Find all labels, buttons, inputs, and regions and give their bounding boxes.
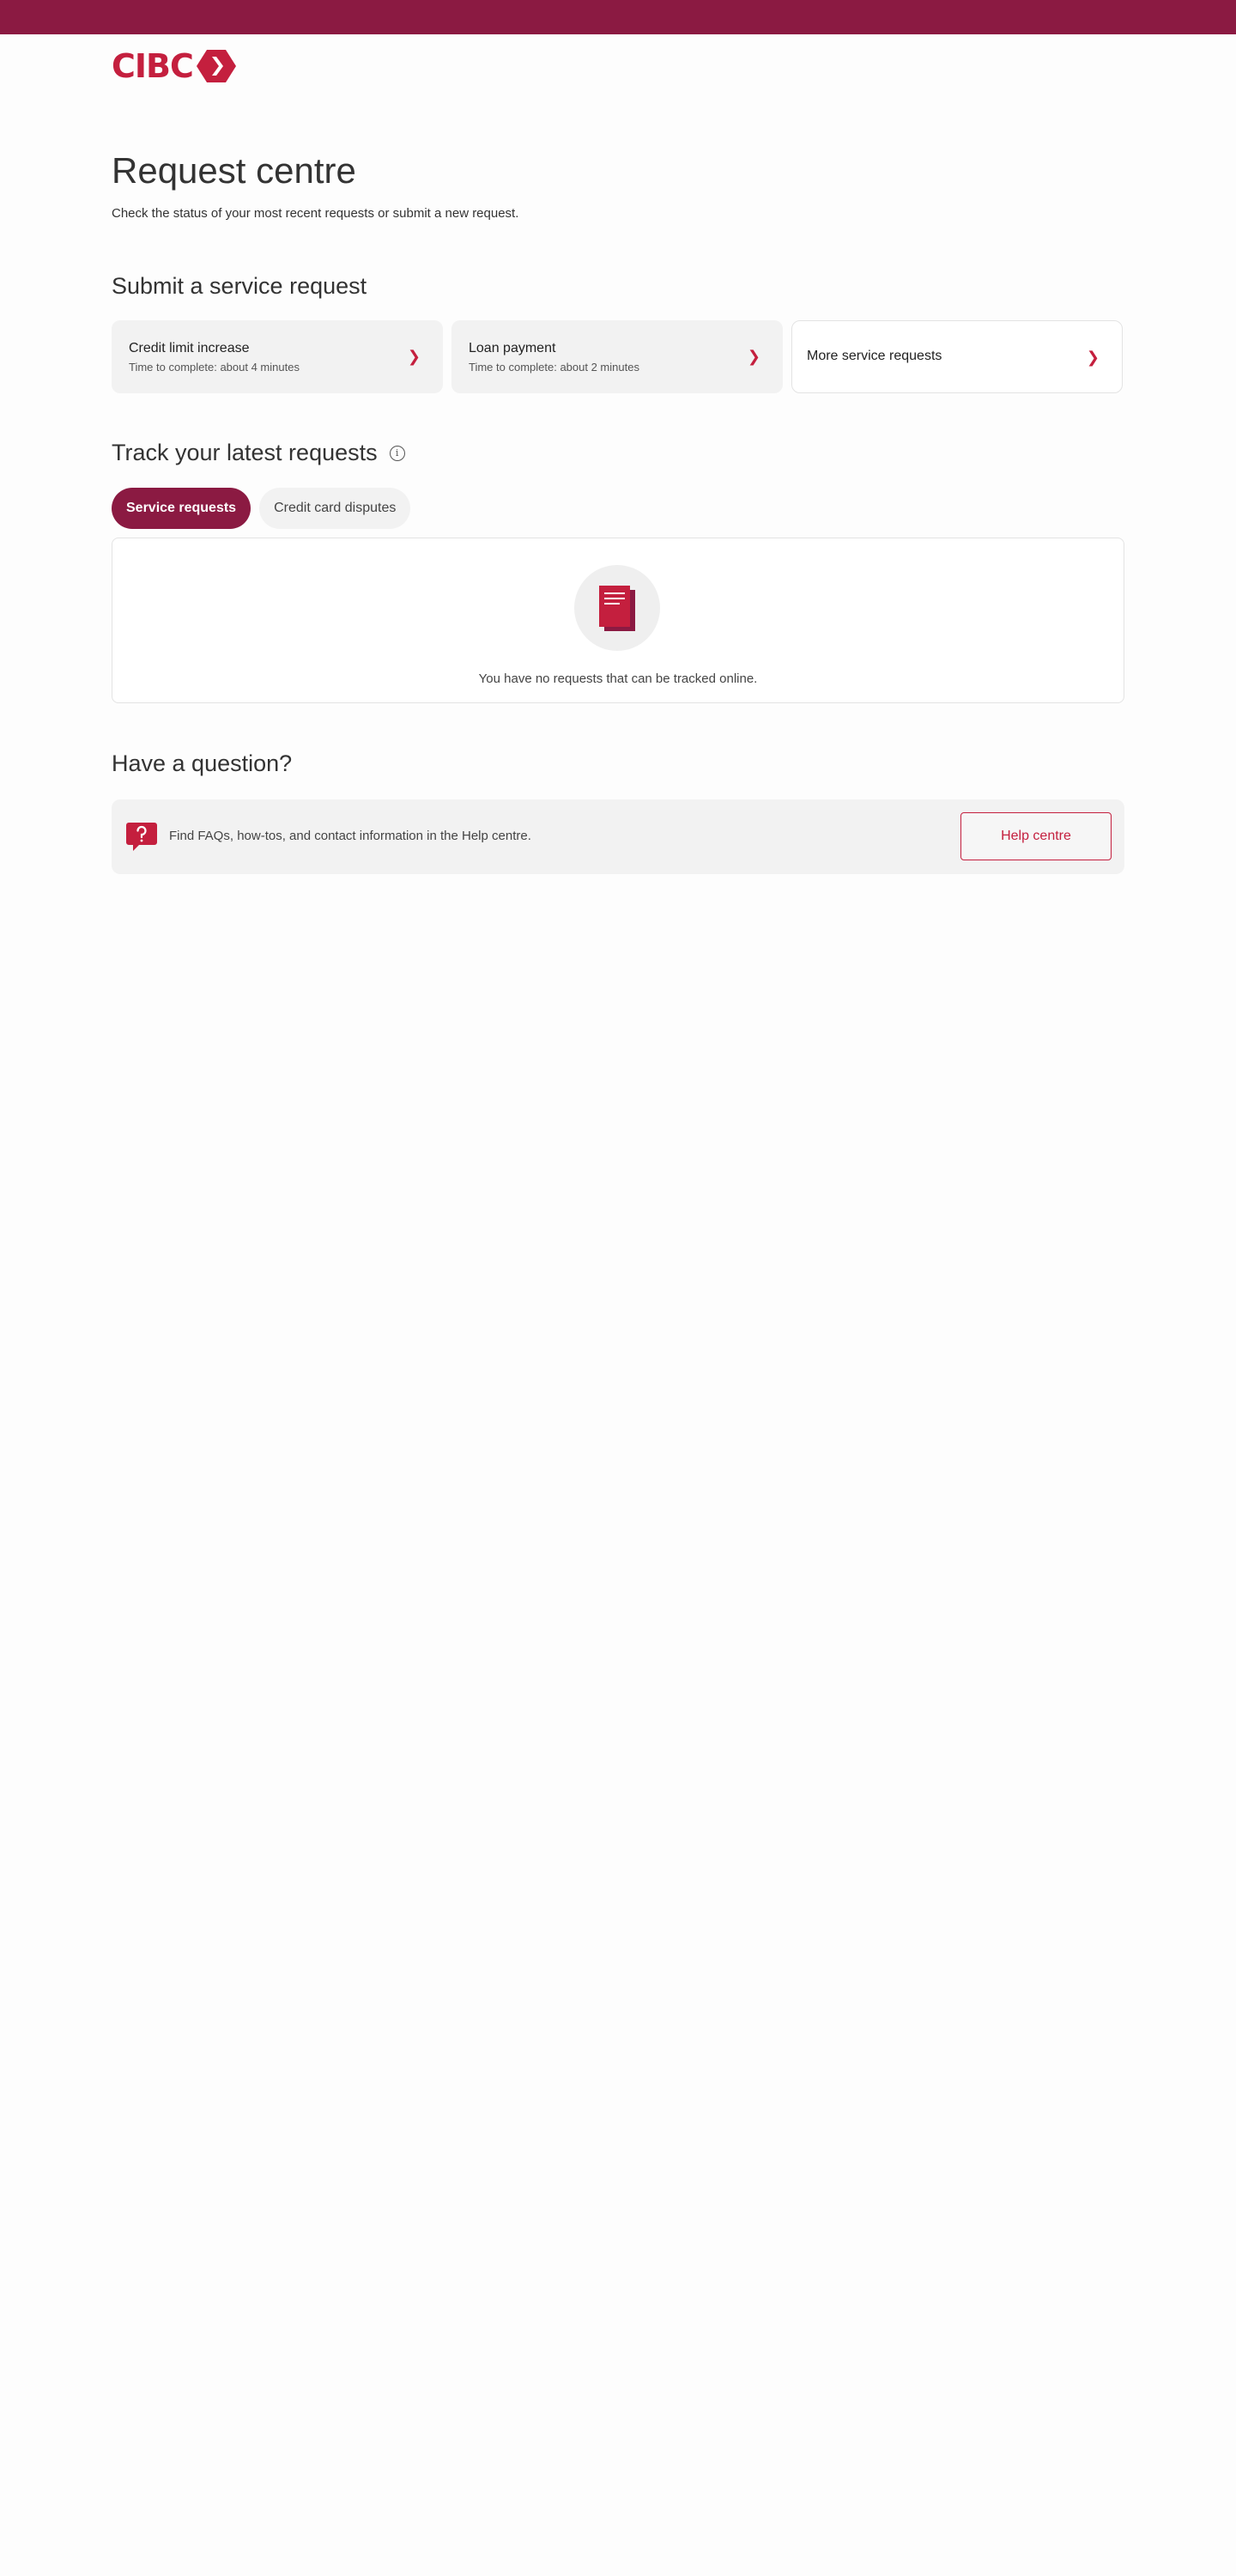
tab-credit-card-disputes[interactable]: Credit card disputes [259, 488, 411, 529]
submit-section-title: Submit a service request [112, 273, 367, 299]
track-requests-panel: You have no requests that can be tracked… [112, 538, 1124, 703]
info-icon[interactable]: i [389, 445, 405, 461]
credit-limit-increase-card[interactable]: Credit limit increase Time to complete: … [112, 320, 443, 393]
tab-service-requests[interactable]: Service requests [112, 488, 251, 529]
card-subtitle: Time to complete: about 4 minutes [129, 361, 300, 374]
help-centre-button[interactable]: Help centre [960, 812, 1112, 860]
track-title-text: Track your latest requests [112, 440, 378, 465]
loan-payment-card[interactable]: Loan payment Time to complete: about 2 m… [451, 320, 783, 393]
logo-wordmark: CIBC [112, 47, 194, 85]
track-section-title: Track your latest requests i [112, 440, 405, 466]
card-title: More service requests [807, 349, 942, 363]
card-subtitle: Time to complete: about 2 minutes [469, 361, 639, 374]
top-brand-bar [0, 0, 1236, 34]
help-text: Find FAQs, how-tos, and contact informat… [169, 829, 531, 843]
help-centre-banner: Find FAQs, how-tos, and contact informat… [112, 799, 1124, 874]
page-title: Request centre [112, 150, 356, 191]
chevron-right-icon: ❯ [1086, 349, 1100, 367]
question-bubble-icon [126, 823, 157, 851]
empty-state-message: You have no requests that can be tracked… [478, 671, 758, 686]
track-tabs: Service requests Credit card disputes [112, 488, 411, 529]
chevron-right-icon: ❯ [407, 348, 421, 366]
more-service-requests-card[interactable]: More service requests ❯ [791, 320, 1123, 393]
card-title: Loan payment [469, 341, 556, 355]
chevron-right-icon: ❯ [747, 348, 760, 366]
cibc-diamond-icon [196, 50, 236, 82]
service-request-cards: Credit limit increase Time to complete: … [112, 320, 1124, 393]
documents-icon [599, 586, 635, 631]
card-title: Credit limit increase [129, 341, 250, 355]
empty-state-illustration [574, 565, 660, 651]
page-subtitle: Check the status of your most recent req… [112, 206, 519, 221]
cibc-logo[interactable]: CIBC [112, 50, 236, 82]
question-section-title: Have a question? [112, 750, 293, 776]
